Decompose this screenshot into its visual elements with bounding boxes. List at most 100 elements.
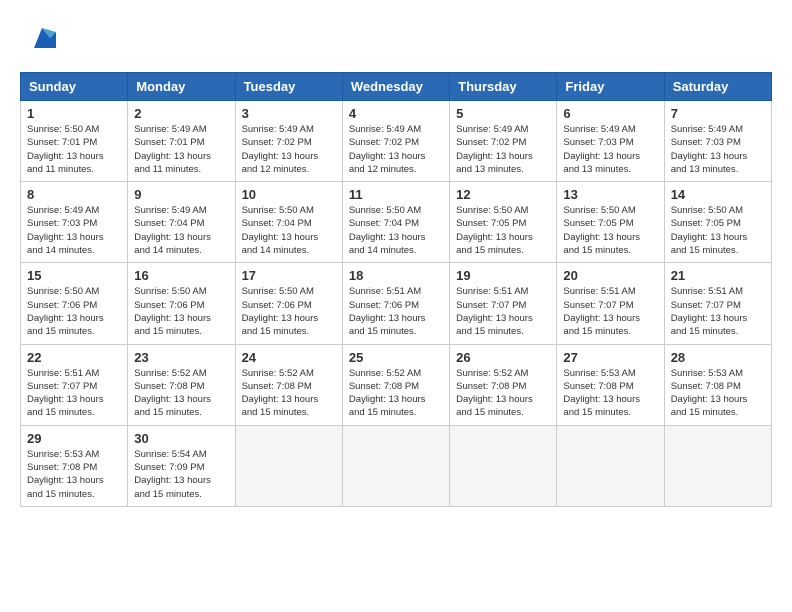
calendar-cell: 12 Sunrise: 5:50 AMSunset: 7:05 PMDaylig… bbox=[450, 182, 557, 263]
calendar-row: 15 Sunrise: 5:50 AMSunset: 7:06 PMDaylig… bbox=[21, 263, 772, 344]
header-friday: Friday bbox=[557, 73, 664, 101]
calendar-cell: 23 Sunrise: 5:52 AMSunset: 7:08 PMDaylig… bbox=[128, 344, 235, 425]
header-sunday: Sunday bbox=[21, 73, 128, 101]
calendar-cell: 8 Sunrise: 5:49 AMSunset: 7:03 PMDayligh… bbox=[21, 182, 128, 263]
calendar-cell: 28 Sunrise: 5:53 AMSunset: 7:08 PMDaylig… bbox=[664, 344, 771, 425]
day-number: 10 bbox=[242, 187, 336, 202]
calendar-row: 22 Sunrise: 5:51 AMSunset: 7:07 PMDaylig… bbox=[21, 344, 772, 425]
header-wednesday: Wednesday bbox=[342, 73, 449, 101]
calendar-cell: 25 Sunrise: 5:52 AMSunset: 7:08 PMDaylig… bbox=[342, 344, 449, 425]
day-info: Sunrise: 5:53 AMSunset: 7:08 PMDaylight:… bbox=[27, 448, 121, 501]
day-number: 5 bbox=[456, 106, 550, 121]
calendar-cell: 30 Sunrise: 5:54 AMSunset: 7:09 PMDaylig… bbox=[128, 425, 235, 506]
day-number: 24 bbox=[242, 350, 336, 365]
day-info: Sunrise: 5:50 AMSunset: 7:06 PMDaylight:… bbox=[242, 285, 336, 338]
day-number: 1 bbox=[27, 106, 121, 121]
day-info: Sunrise: 5:50 AMSunset: 7:05 PMDaylight:… bbox=[671, 204, 765, 257]
day-number: 9 bbox=[134, 187, 228, 202]
calendar-cell: 5 Sunrise: 5:49 AMSunset: 7:02 PMDayligh… bbox=[450, 101, 557, 182]
calendar-cell bbox=[342, 425, 449, 506]
header-saturday: Saturday bbox=[664, 73, 771, 101]
calendar-cell: 6 Sunrise: 5:49 AMSunset: 7:03 PMDayligh… bbox=[557, 101, 664, 182]
day-number: 12 bbox=[456, 187, 550, 202]
calendar-cell: 21 Sunrise: 5:51 AMSunset: 7:07 PMDaylig… bbox=[664, 263, 771, 344]
calendar-cell: 10 Sunrise: 5:50 AMSunset: 7:04 PMDaylig… bbox=[235, 182, 342, 263]
logo bbox=[20, 20, 60, 56]
day-info: Sunrise: 5:49 AMSunset: 7:02 PMDaylight:… bbox=[456, 123, 550, 176]
day-info: Sunrise: 5:51 AMSunset: 7:07 PMDaylight:… bbox=[27, 367, 121, 420]
day-info: Sunrise: 5:49 AMSunset: 7:02 PMDaylight:… bbox=[242, 123, 336, 176]
day-number: 27 bbox=[563, 350, 657, 365]
day-number: 26 bbox=[456, 350, 550, 365]
day-info: Sunrise: 5:53 AMSunset: 7:08 PMDaylight:… bbox=[563, 367, 657, 420]
calendar-cell: 27 Sunrise: 5:53 AMSunset: 7:08 PMDaylig… bbox=[557, 344, 664, 425]
day-info: Sunrise: 5:49 AMSunset: 7:04 PMDaylight:… bbox=[134, 204, 228, 257]
calendar-cell: 14 Sunrise: 5:50 AMSunset: 7:05 PMDaylig… bbox=[664, 182, 771, 263]
calendar-cell: 18 Sunrise: 5:51 AMSunset: 7:06 PMDaylig… bbox=[342, 263, 449, 344]
day-number: 6 bbox=[563, 106, 657, 121]
day-info: Sunrise: 5:50 AMSunset: 7:06 PMDaylight:… bbox=[27, 285, 121, 338]
day-number: 25 bbox=[349, 350, 443, 365]
day-info: Sunrise: 5:53 AMSunset: 7:08 PMDaylight:… bbox=[671, 367, 765, 420]
day-info: Sunrise: 5:51 AMSunset: 7:06 PMDaylight:… bbox=[349, 285, 443, 338]
day-info: Sunrise: 5:49 AMSunset: 7:03 PMDaylight:… bbox=[671, 123, 765, 176]
calendar-row: 8 Sunrise: 5:49 AMSunset: 7:03 PMDayligh… bbox=[21, 182, 772, 263]
calendar-cell: 7 Sunrise: 5:49 AMSunset: 7:03 PMDayligh… bbox=[664, 101, 771, 182]
day-info: Sunrise: 5:49 AMSunset: 7:03 PMDaylight:… bbox=[27, 204, 121, 257]
day-number: 3 bbox=[242, 106, 336, 121]
calendar-table: Sunday Monday Tuesday Wednesday Thursday… bbox=[20, 72, 772, 507]
day-number: 16 bbox=[134, 268, 228, 283]
calendar-cell: 16 Sunrise: 5:50 AMSunset: 7:06 PMDaylig… bbox=[128, 263, 235, 344]
calendar-row: 1 Sunrise: 5:50 AMSunset: 7:01 PMDayligh… bbox=[21, 101, 772, 182]
day-info: Sunrise: 5:51 AMSunset: 7:07 PMDaylight:… bbox=[563, 285, 657, 338]
calendar-cell: 4 Sunrise: 5:49 AMSunset: 7:02 PMDayligh… bbox=[342, 101, 449, 182]
calendar-cell bbox=[450, 425, 557, 506]
day-info: Sunrise: 5:49 AMSunset: 7:02 PMDaylight:… bbox=[349, 123, 443, 176]
day-info: Sunrise: 5:51 AMSunset: 7:07 PMDaylight:… bbox=[671, 285, 765, 338]
calendar-cell: 26 Sunrise: 5:52 AMSunset: 7:08 PMDaylig… bbox=[450, 344, 557, 425]
day-info: Sunrise: 5:50 AMSunset: 7:06 PMDaylight:… bbox=[134, 285, 228, 338]
calendar-cell: 24 Sunrise: 5:52 AMSunset: 7:08 PMDaylig… bbox=[235, 344, 342, 425]
day-number: 22 bbox=[27, 350, 121, 365]
calendar-cell: 3 Sunrise: 5:49 AMSunset: 7:02 PMDayligh… bbox=[235, 101, 342, 182]
day-info: Sunrise: 5:50 AMSunset: 7:04 PMDaylight:… bbox=[349, 204, 443, 257]
day-info: Sunrise: 5:50 AMSunset: 7:05 PMDaylight:… bbox=[563, 204, 657, 257]
day-number: 11 bbox=[349, 187, 443, 202]
day-number: 19 bbox=[456, 268, 550, 283]
calendar-row: 29 Sunrise: 5:53 AMSunset: 7:08 PMDaylig… bbox=[21, 425, 772, 506]
day-number: 17 bbox=[242, 268, 336, 283]
day-number: 29 bbox=[27, 431, 121, 446]
logo-icon bbox=[24, 20, 60, 56]
calendar-cell: 20 Sunrise: 5:51 AMSunset: 7:07 PMDaylig… bbox=[557, 263, 664, 344]
day-number: 13 bbox=[563, 187, 657, 202]
day-number: 4 bbox=[349, 106, 443, 121]
day-number: 2 bbox=[134, 106, 228, 121]
calendar-cell: 22 Sunrise: 5:51 AMSunset: 7:07 PMDaylig… bbox=[21, 344, 128, 425]
day-number: 18 bbox=[349, 268, 443, 283]
calendar-cell: 19 Sunrise: 5:51 AMSunset: 7:07 PMDaylig… bbox=[450, 263, 557, 344]
calendar-cell bbox=[664, 425, 771, 506]
calendar-cell: 17 Sunrise: 5:50 AMSunset: 7:06 PMDaylig… bbox=[235, 263, 342, 344]
day-info: Sunrise: 5:50 AMSunset: 7:04 PMDaylight:… bbox=[242, 204, 336, 257]
day-info: Sunrise: 5:50 AMSunset: 7:05 PMDaylight:… bbox=[456, 204, 550, 257]
page-header bbox=[20, 20, 772, 56]
day-info: Sunrise: 5:50 AMSunset: 7:01 PMDaylight:… bbox=[27, 123, 121, 176]
day-number: 15 bbox=[27, 268, 121, 283]
calendar-cell: 11 Sunrise: 5:50 AMSunset: 7:04 PMDaylig… bbox=[342, 182, 449, 263]
day-info: Sunrise: 5:54 AMSunset: 7:09 PMDaylight:… bbox=[134, 448, 228, 501]
day-info: Sunrise: 5:49 AMSunset: 7:03 PMDaylight:… bbox=[563, 123, 657, 176]
day-number: 8 bbox=[27, 187, 121, 202]
day-info: Sunrise: 5:51 AMSunset: 7:07 PMDaylight:… bbox=[456, 285, 550, 338]
day-info: Sunrise: 5:52 AMSunset: 7:08 PMDaylight:… bbox=[242, 367, 336, 420]
day-number: 30 bbox=[134, 431, 228, 446]
day-info: Sunrise: 5:52 AMSunset: 7:08 PMDaylight:… bbox=[134, 367, 228, 420]
day-number: 7 bbox=[671, 106, 765, 121]
day-info: Sunrise: 5:52 AMSunset: 7:08 PMDaylight:… bbox=[456, 367, 550, 420]
day-number: 14 bbox=[671, 187, 765, 202]
day-number: 23 bbox=[134, 350, 228, 365]
header-tuesday: Tuesday bbox=[235, 73, 342, 101]
day-number: 28 bbox=[671, 350, 765, 365]
header-monday: Monday bbox=[128, 73, 235, 101]
day-number: 20 bbox=[563, 268, 657, 283]
day-info: Sunrise: 5:49 AMSunset: 7:01 PMDaylight:… bbox=[134, 123, 228, 176]
